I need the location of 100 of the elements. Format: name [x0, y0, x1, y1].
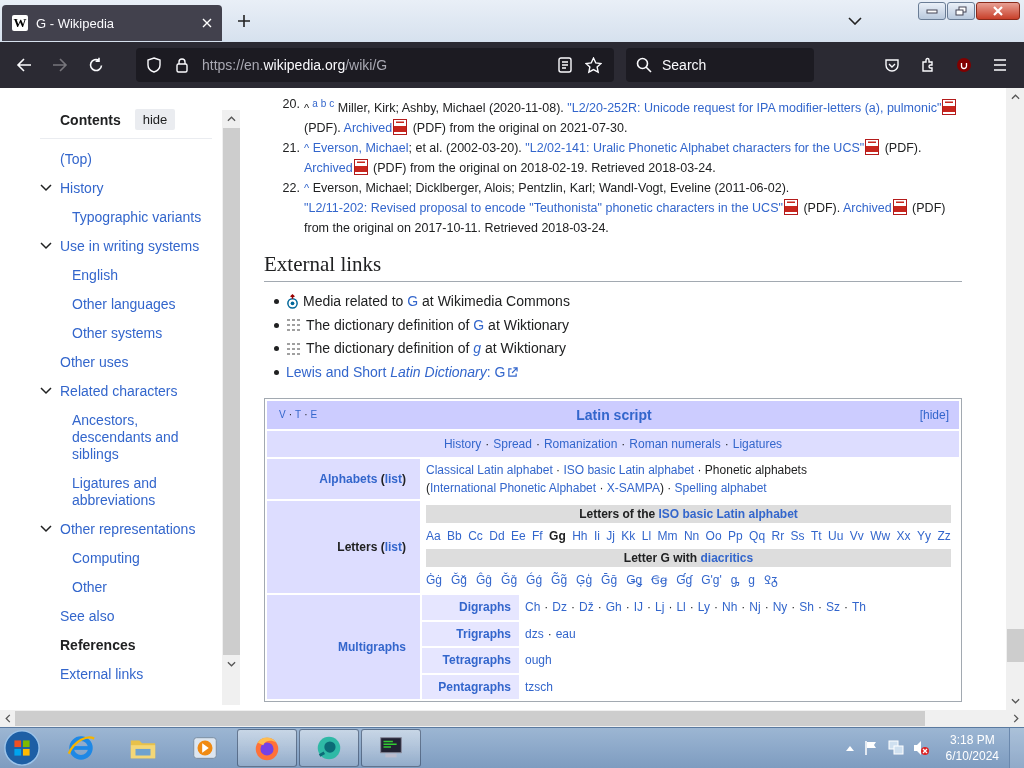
hide-link[interactable]: [hide]: [889, 406, 949, 425]
navbox-link[interactable]: Dz: [552, 598, 567, 617]
toc-link[interactable]: Ligatures and abbreviations: [72, 475, 210, 509]
lock-icon[interactable]: [174, 57, 190, 73]
backlink[interactable]: b: [320, 98, 327, 109]
letter-link[interactable]: Zz: [937, 527, 951, 546]
scroll-right-icon[interactable]: [1013, 714, 1019, 723]
letter-link[interactable]: Pp: [728, 527, 743, 546]
letter-link[interactable]: Xx: [896, 527, 911, 546]
letter-link[interactable]: Jj: [606, 527, 615, 546]
close-icon[interactable]: [202, 18, 212, 28]
link[interactable]: Spelling alphabet: [674, 481, 767, 496]
letter-link[interactable]: Yy: [916, 527, 931, 546]
scroll-down-icon[interactable]: [1010, 698, 1020, 704]
flag-icon[interactable]: [862, 740, 879, 756]
letter-link[interactable]: Ee: [510, 527, 526, 546]
letter-link[interactable]: Ff: [532, 527, 543, 546]
link[interactable]: "L2/02-141: Uralic Phonetic Alphabet characters for the UCS": [525, 141, 865, 156]
navbox-link[interactable]: Sz: [826, 598, 841, 617]
reload-icon[interactable]: [88, 57, 104, 73]
navbox-link[interactable]: Nh: [721, 598, 738, 617]
scroll-down-icon[interactable]: [226, 661, 236, 667]
navbox-link[interactable]: Ny: [772, 598, 788, 617]
scroll-up-icon[interactable]: [1010, 94, 1020, 100]
letter-link[interactable]: Ģģ: [576, 571, 593, 590]
navbox-link[interactable]: Gh: [605, 598, 622, 617]
letter-link[interactable]: Oo: [705, 527, 722, 546]
letter-link[interactable]: Uu: [828, 527, 844, 546]
toc-link[interactable]: See also: [60, 608, 115, 625]
link[interactable]: Archived: [304, 161, 353, 176]
hide-button[interactable]: hide: [134, 109, 176, 130]
letter-link[interactable]: Qq: [749, 527, 766, 546]
letter-link[interactable]: Aa: [426, 527, 441, 546]
toc-link[interactable]: Other representations: [60, 521, 196, 538]
scrollbar-thumb[interactable]: [1006, 629, 1024, 662]
navbox-link[interactable]: Sh: [799, 598, 814, 617]
letter-link[interactable]: Cc: [468, 527, 483, 546]
letter-link[interactable]: Ww: [870, 527, 891, 546]
navbox-link[interactable]: Ligatures: [732, 437, 783, 452]
letter-link[interactable]: Ꞡꞡ: [651, 571, 668, 590]
taskbar-button[interactable]: [361, 729, 421, 767]
close-button[interactable]: [976, 2, 1020, 20]
chevron-icon[interactable]: [40, 525, 52, 533]
volume-muted-icon[interactable]: [912, 740, 929, 756]
address-bar[interactable]: https://en.wikipedia.org/wiki/G: [136, 48, 614, 82]
restore-button[interactable]: [947, 2, 975, 20]
letter-link[interactable]: Mm: [657, 527, 678, 546]
navbox-link[interactable]: tzsch: [525, 677, 553, 696]
navbox-title[interactable]: Latin script: [339, 406, 889, 425]
toc-link[interactable]: Related characters: [60, 383, 178, 400]
letter-link[interactable]: Vv: [849, 527, 864, 546]
star-icon[interactable]: [585, 56, 602, 74]
toc-link[interactable]: Typographic variants: [72, 209, 202, 226]
letter-link[interactable]: Ll: [641, 527, 652, 546]
chevron-icon[interactable]: [40, 387, 52, 395]
letter-link[interactable]: Ǥǥ: [626, 571, 643, 590]
link[interactable]: International Phonetic Alphabet: [430, 481, 597, 496]
letter-link[interactable]: Ǵǵ: [526, 571, 543, 590]
letter-link[interactable]: Nn: [683, 527, 700, 546]
letter-link[interactable]: Ḡḡ: [601, 571, 618, 590]
link[interactable]: "L2/20-252R: Unicode request for IPA modifier-letters (a), pulmonic": [567, 101, 942, 116]
chevron-icon[interactable]: [40, 184, 52, 192]
navbox-link[interactable]: Romanization: [543, 437, 618, 452]
link[interactable]: ISO basic Latin alphabet: [658, 507, 798, 522]
link[interactable]: diacritics: [700, 551, 754, 566]
scroll-left-icon[interactable]: [5, 714, 11, 723]
toc-link[interactable]: Other systems: [72, 325, 163, 342]
navbox-link[interactable]: Spread: [493, 437, 532, 452]
scrollbar-thumb[interactable]: [15, 711, 925, 726]
navbox-link[interactable]: Nj: [749, 598, 761, 617]
backlink[interactable]: c: [329, 98, 335, 109]
minimize-button[interactable]: [918, 2, 946, 20]
letter-link[interactable]: G'g': [701, 571, 722, 590]
toc-link[interactable]: Ancestors, descendants and siblings: [72, 412, 210, 463]
toc-link[interactable]: English: [72, 267, 118, 284]
toc-link[interactable]: Use in writing systems: [60, 238, 200, 255]
navbox-link[interactable]: Th: [852, 598, 867, 617]
horizontal-scrollbar[interactable]: [0, 710, 1024, 727]
link[interactable]: ISO basic Latin alphabet: [563, 463, 695, 478]
toc-link[interactable]: Computing: [72, 550, 140, 567]
extensions-icon[interactable]: [920, 57, 936, 73]
new-tab-icon[interactable]: [237, 14, 251, 28]
search-bar[interactable]: Search: [626, 48, 814, 82]
toc-link[interactable]: Other languages: [72, 296, 176, 313]
chevron-icon[interactable]: [40, 242, 52, 250]
reader-view-icon[interactable]: [557, 57, 573, 73]
letter-link[interactable]: Tt: [810, 527, 822, 546]
navbox-link[interactable]: IJ: [633, 598, 644, 617]
link[interactable]: G: [473, 316, 485, 333]
pocket-icon[interactable]: [884, 57, 900, 73]
toc-link[interactable]: Other uses: [60, 354, 129, 371]
navbox-link[interactable]: Lj: [655, 598, 665, 617]
navbox-link[interactable]: Ch: [525, 598, 541, 617]
link[interactable]: Alphabets: [319, 472, 378, 487]
toc-link[interactable]: Other: [72, 579, 107, 596]
link[interactable]: Classical Latin alphabet: [426, 463, 553, 478]
letter-link[interactable]: G̃g̃: [551, 571, 568, 590]
toc-link[interactable]: (Top): [60, 151, 92, 168]
letter-link[interactable]: Kk: [621, 527, 636, 546]
letter-link[interactable]: Gg: [549, 527, 566, 546]
